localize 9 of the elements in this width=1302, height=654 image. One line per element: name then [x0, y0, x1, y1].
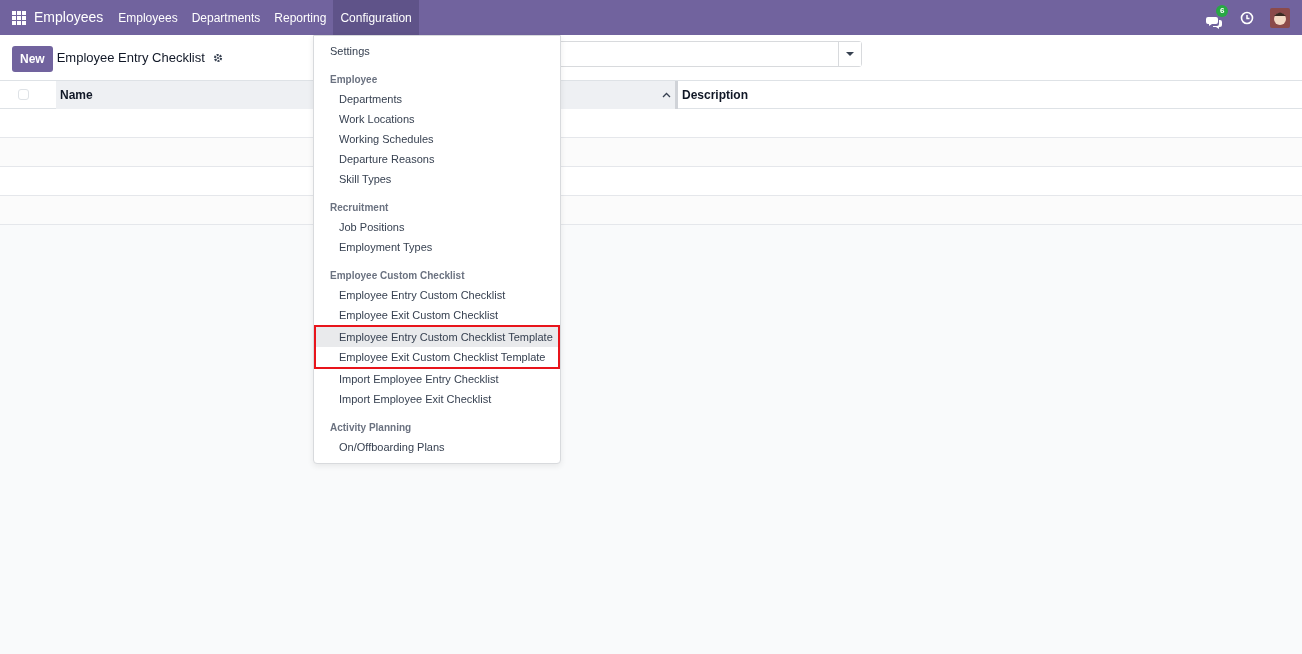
column-label: Name: [60, 86, 93, 104]
column-label: Description: [682, 86, 748, 104]
page-title: Employee Entry Checklist: [56, 48, 205, 67]
message-count: 6: [1216, 4, 1229, 17]
app-name: Employees: [34, 8, 105, 27]
dropdown-section-heading: Recruitment: [329, 201, 390, 215]
dropdown-section-heading: Activity Planning: [329, 421, 413, 435]
dropdown-section-heading: Employee: [329, 73, 379, 87]
dropdown-section-heading: Employee Custom Checklist: [329, 269, 466, 283]
